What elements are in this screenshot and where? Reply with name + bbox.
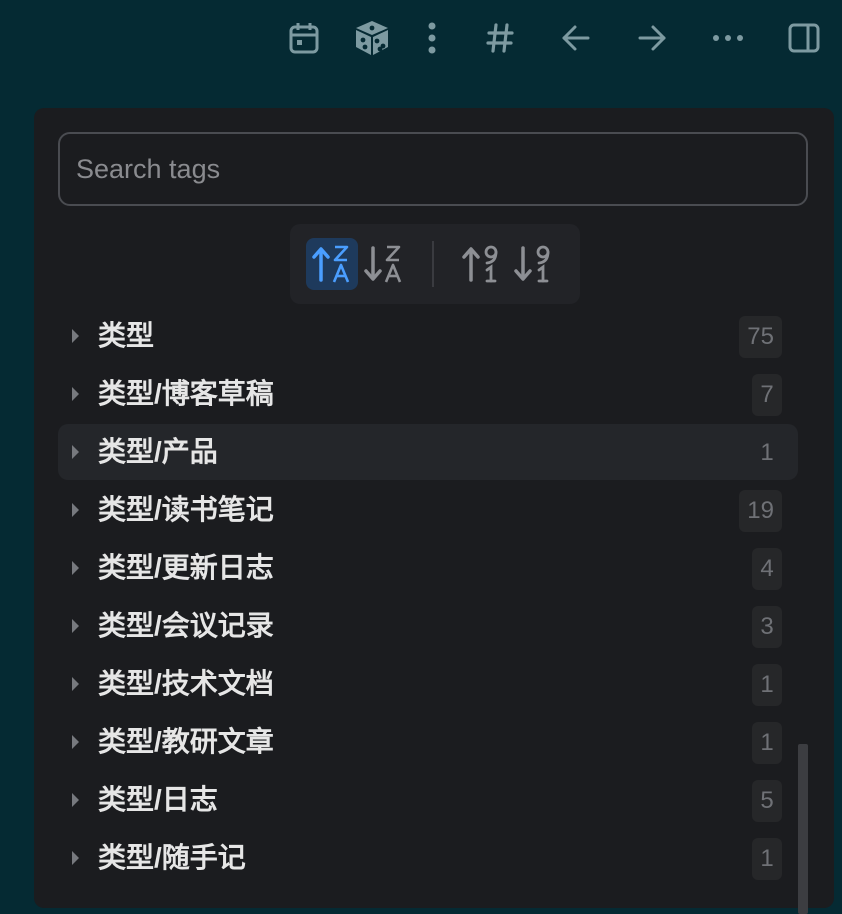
- tag-row[interactable]: 类型/产品 1: [58, 424, 798, 480]
- sort-count-asc-icon: [462, 245, 498, 283]
- tag-count: 1: [760, 439, 774, 466]
- hash-icon[interactable]: [480, 18, 520, 58]
- tag-count: 7: [752, 374, 782, 416]
- tag-count: 3: [752, 606, 782, 648]
- caret-right-icon[interactable]: [72, 445, 79, 459]
- sidebar-toggle-icon[interactable]: [784, 18, 824, 58]
- tag-count: 1: [752, 664, 782, 706]
- sort-count-desc-icon: [514, 245, 550, 283]
- caret-right-icon[interactable]: [72, 677, 79, 691]
- caret-right-icon[interactable]: [72, 561, 79, 575]
- tag-row[interactable]: 类型/日志 5: [58, 772, 798, 828]
- arrow-right-icon[interactable]: [632, 18, 672, 58]
- caret-right-icon[interactable]: [72, 329, 79, 343]
- caret-right-icon[interactable]: [72, 793, 79, 807]
- tag-row[interactable]: 类型/更新日志 4: [58, 540, 798, 596]
- arrow-left-icon[interactable]: [556, 18, 596, 58]
- tag-row[interactable]: 类型/博客草稿 7: [58, 366, 798, 422]
- tag-row[interactable]: 类型/会议记录 3: [58, 598, 798, 654]
- tag-label: 类型/随手记: [98, 842, 246, 873]
- tag-count: 75: [739, 316, 782, 358]
- search-input[interactable]: [58, 132, 808, 206]
- tag-count: 5: [752, 780, 782, 822]
- tag-label: 类型/读书笔记: [98, 494, 274, 525]
- tag-row[interactable]: 类型/随手记 1: [58, 830, 798, 886]
- tag-label: 类型/博客草稿: [98, 378, 274, 409]
- sort-alpha-desc-icon: [364, 245, 402, 283]
- tag-count: 1: [752, 722, 782, 764]
- tag-label: 类型/产品: [98, 436, 218, 467]
- sort-divider: [432, 241, 434, 287]
- more-vertical-icon[interactable]: [412, 18, 452, 58]
- tag-label: 类型/会议记录: [98, 610, 274, 641]
- tag-label: 类型/技术文档: [98, 668, 274, 699]
- caret-right-icon[interactable]: [72, 503, 79, 517]
- caret-right-icon[interactable]: [72, 619, 79, 633]
- top-toolbar: [0, 0, 842, 80]
- caret-right-icon[interactable]: [72, 735, 79, 749]
- scrollbar-thumb[interactable]: [798, 744, 808, 914]
- more-horizontal-icon[interactable]: [708, 18, 748, 58]
- tag-label: 类型/日志: [98, 784, 218, 815]
- caret-right-icon[interactable]: [72, 851, 79, 865]
- tag-row[interactable]: 类型/技术文档 1: [58, 656, 798, 712]
- tag-count: 4: [752, 548, 782, 590]
- tag-row[interactable]: 类型/教研文章 1: [58, 714, 798, 770]
- tags-panel: 类型 75 类型/博客草稿 7 类型/产品 1 类型/读书笔记 19 类型/更新…: [34, 108, 834, 914]
- sort-alpha-asc-icon: [312, 245, 350, 283]
- caret-right-icon[interactable]: [72, 387, 79, 401]
- tag-row[interactable]: 类型 75: [58, 308, 798, 364]
- sort-toolbar: [290, 224, 580, 304]
- tag-label: 类型/教研文章: [98, 726, 274, 757]
- tag-label: 类型: [98, 320, 155, 351]
- sort-count-desc-button[interactable]: [508, 238, 560, 290]
- dice-icon[interactable]: [352, 18, 392, 58]
- sort-alpha-asc-button[interactable]: [306, 238, 358, 290]
- calendar-icon[interactable]: [284, 18, 324, 58]
- tag-count: 19: [739, 490, 782, 532]
- tag-label: 类型/更新日志: [98, 552, 274, 583]
- tag-row[interactable]: 类型/读书笔记 19: [58, 482, 798, 538]
- tag-count: 1: [752, 838, 782, 880]
- sort-count-asc-button[interactable]: [456, 238, 508, 290]
- sort-alpha-desc-button[interactable]: [358, 238, 410, 290]
